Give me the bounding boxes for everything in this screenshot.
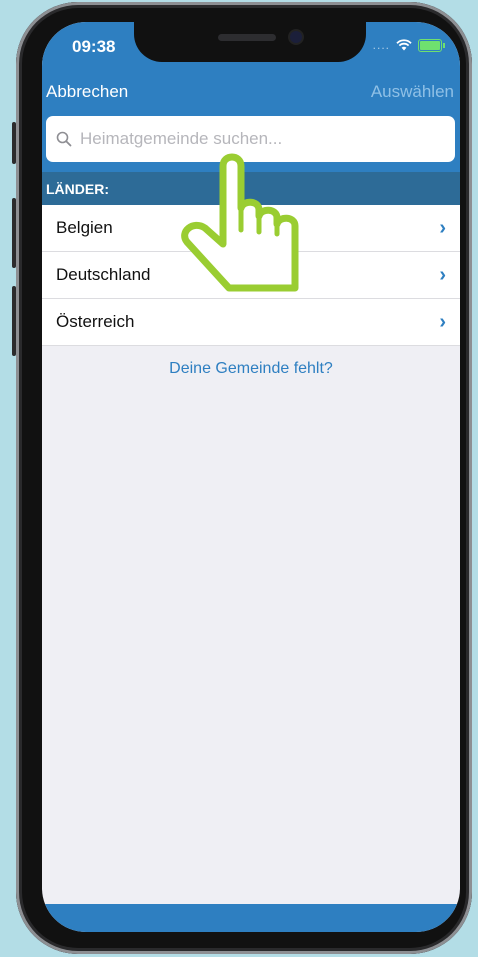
front-camera — [290, 31, 302, 43]
side-button — [12, 122, 16, 164]
speaker-grill — [218, 34, 276, 41]
chevron-right-icon: › — [439, 216, 446, 239]
battery-charging-icon — [418, 38, 445, 52]
pointing-hand-icon — [181, 153, 299, 292]
country-label: Deutschland — [56, 265, 151, 284]
wifi-icon — [396, 39, 412, 51]
chevron-right-icon: › — [439, 263, 446, 286]
status-time: 09:38 — [72, 37, 116, 56]
cancel-button[interactable]: Abbrechen — [46, 82, 128, 102]
device-notch — [134, 22, 366, 62]
chevron-right-icon: › — [439, 310, 446, 333]
search-icon — [56, 131, 72, 147]
country-label: Belgien — [56, 218, 113, 237]
bottom-bar — [42, 904, 460, 932]
search-input[interactable] — [78, 128, 442, 150]
side-button — [12, 198, 16, 268]
country-label: Österreich — [56, 312, 135, 331]
signal-dots-icon: .... — [372, 38, 390, 52]
status-icons: .... — [372, 38, 445, 52]
side-button — [12, 286, 16, 356]
select-button[interactable]: Auswählen — [371, 82, 454, 102]
missing-community-link[interactable]: Deine Gemeinde fehlt? — [42, 360, 460, 378]
